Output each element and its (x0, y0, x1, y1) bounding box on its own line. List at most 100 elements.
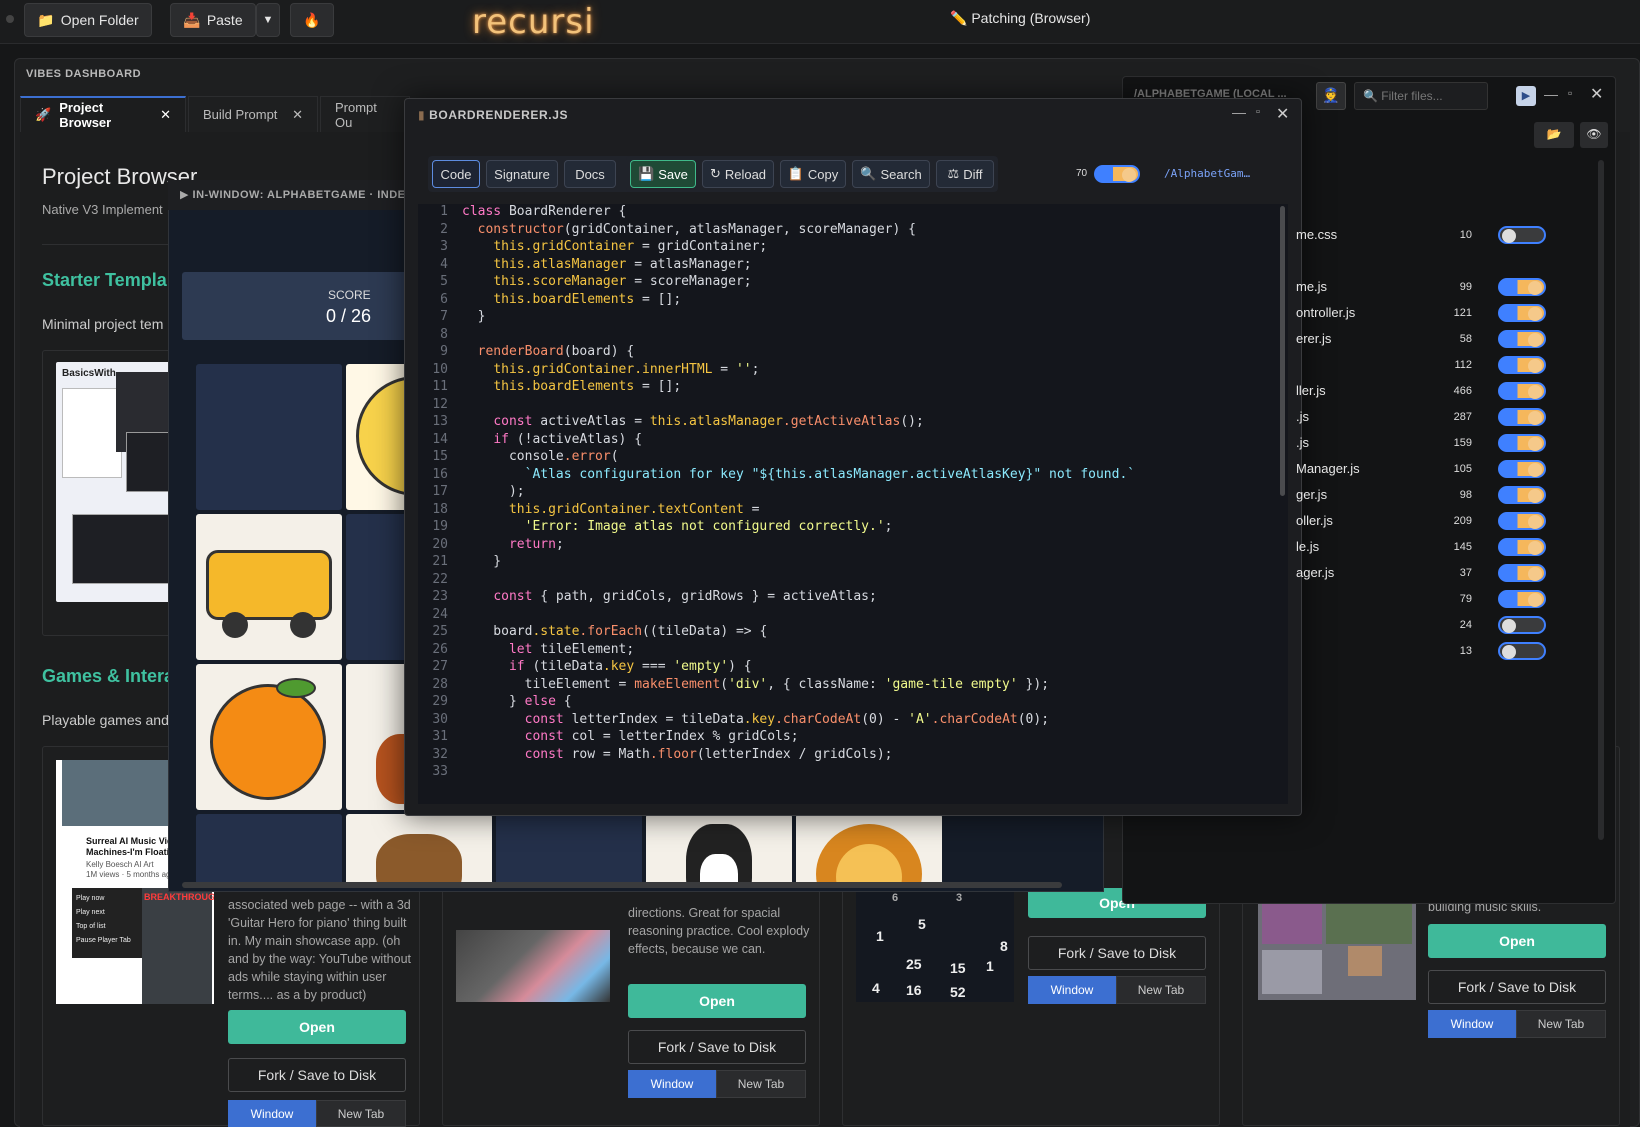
code-line[interactable]: 6 this.boardElements = []; (418, 292, 681, 310)
file-row[interactable]: .js 287 (1296, 408, 1546, 428)
code-line[interactable]: 33 (418, 764, 462, 782)
tab-prompt-output[interactable]: Prompt Ou (320, 96, 410, 132)
code-line[interactable]: 29 } else { (418, 694, 571, 712)
open-mode-toggle[interactable]: Window New Tab (228, 1100, 406, 1127)
file-include-toggle[interactable] (1498, 642, 1546, 660)
minimize-icon[interactable]: — (1232, 104, 1246, 120)
preview-button[interactable]: 👁 (1580, 122, 1608, 148)
tab-docs[interactable]: Docs (564, 160, 616, 188)
code-line[interactable]: 32 const row = Math.floor(letterIndex / … (418, 747, 892, 765)
code-line[interactable]: 4 this.atlasManager = atlasManager; (418, 257, 751, 275)
file-row[interactable]: 112 (1296, 356, 1546, 376)
play-button[interactable]: ▶ (1516, 86, 1536, 106)
file-include-toggle[interactable] (1498, 330, 1546, 348)
open-mode-toggle[interactable]: Window New Tab (1028, 976, 1206, 1004)
code-line[interactable]: 7 } (418, 309, 485, 327)
file-row[interactable]: .js 159 (1296, 434, 1546, 454)
new-tab-option[interactable]: New Tab (716, 1070, 806, 1098)
file-include-toggle[interactable] (1498, 434, 1546, 452)
code-scrollbar[interactable] (1280, 206, 1285, 496)
diff-button[interactable]: ⚖ Diff (936, 160, 994, 188)
file-include-toggle[interactable] (1498, 382, 1546, 400)
file-row[interactable]: 24 (1296, 616, 1546, 636)
code-line[interactable]: 28 tileElement = makeElement('div', { cl… (418, 677, 1049, 695)
file-row[interactable]: 79 (1296, 590, 1546, 610)
restore-icon[interactable]: ▫ (1256, 106, 1260, 118)
code-line[interactable]: 13 const activeAtlas = this.atlasManager… (418, 414, 923, 432)
open-mode-toggle[interactable]: Window New Tab (628, 1070, 806, 1098)
user-icon-button[interactable]: 👮 (1316, 82, 1346, 110)
open-mode-toggle[interactable]: Window New Tab (1428, 1010, 1606, 1038)
code-line[interactable]: 11 this.boardElements = []; (418, 379, 681, 397)
code-line[interactable]: 1 class BoardRenderer { (418, 204, 626, 222)
file-include-toggle[interactable] (1498, 512, 1546, 530)
code-line[interactable]: 8 (418, 327, 462, 345)
copy-button[interactable]: 📋 Copy (780, 160, 846, 188)
game-tile-bus[interactable] (196, 514, 342, 660)
game-tile-empty[interactable] (196, 814, 342, 888)
file-include-toggle[interactable] (1498, 356, 1546, 374)
code-line[interactable]: 10 this.gridContainer.innerHTML = ''; (418, 362, 759, 380)
file-include-toggle[interactable] (1498, 408, 1546, 426)
code-line[interactable]: 27 if (tileData.key === 'empty') { (418, 659, 751, 677)
paste-dropdown-button[interactable]: ▼ (256, 3, 280, 37)
file-include-toggle[interactable] (1498, 538, 1546, 556)
file-include-toggle[interactable] (1498, 278, 1546, 296)
open-button[interactable]: Open (1428, 924, 1606, 958)
new-tab-option[interactable]: New Tab (316, 1100, 406, 1127)
tab-code[interactable]: Code (432, 160, 480, 188)
close-icon[interactable]: ✕ (1590, 84, 1603, 104)
file-row[interactable]: oller.js 209 (1296, 512, 1546, 532)
code-line[interactable]: 26 let tileElement; (418, 642, 634, 660)
code-line[interactable]: 31 const col = letterIndex % gridCols; (418, 729, 798, 747)
code-line[interactable]: 23 const { path, gridCols, gridRows } = … (418, 589, 876, 607)
minimize-icon[interactable]: — (1544, 86, 1558, 102)
close-icon[interactable]: ✕ (1276, 104, 1289, 124)
code-line[interactable]: 25 board.state.forEach((tileData) => { (418, 624, 767, 642)
tab-project-browser[interactable]: 🚀 Project Browser ✕ (20, 96, 186, 132)
file-include-toggle[interactable] (1498, 486, 1546, 504)
file-row[interactable]: le.js 145 (1296, 538, 1546, 558)
game-tile-empty[interactable] (196, 364, 342, 510)
file-include-toggle[interactable] (1498, 304, 1546, 322)
save-files-button[interactable]: 📂 (1534, 122, 1574, 148)
fork-save-button[interactable]: Fork / Save to Disk (1428, 970, 1606, 1004)
code-line[interactable]: 3 this.gridContainer = gridContainer; (418, 239, 767, 257)
search-button[interactable]: 🔍 Search (852, 160, 930, 188)
code-line[interactable]: 20 return; (418, 537, 563, 555)
file-row[interactable]: me.js 99 (1296, 278, 1546, 298)
game-tile-empty[interactable] (496, 814, 642, 888)
paste-button[interactable]: 📥 Paste (170, 3, 256, 37)
file-include-toggle[interactable] (1498, 564, 1546, 582)
window-option[interactable]: Window (628, 1070, 716, 1098)
code-line[interactable]: 12 (418, 397, 462, 415)
code-area[interactable]: 1 class BoardRenderer {2 constructor(grid… (418, 204, 1288, 804)
close-icon[interactable]: ✕ (160, 107, 171, 123)
window-option[interactable]: Window (1028, 976, 1116, 1004)
fork-save-button[interactable]: Fork / Save to Disk (228, 1058, 406, 1092)
tab-build-prompt[interactable]: Build Prompt ✕ (188, 96, 318, 132)
code-line[interactable]: 16 `Atlas configuration for key "${this.… (418, 467, 1135, 485)
game-tile-penguin[interactable] (646, 814, 792, 888)
file-row[interactable]: ontroller.js 121 (1296, 304, 1546, 324)
code-line[interactable]: 15 console.error( (418, 449, 618, 467)
file-row[interactable]: ager.js 37 (1296, 564, 1546, 584)
game-scrollbar[interactable] (182, 882, 1062, 888)
restore-icon[interactable]: ▫ (1568, 86, 1572, 100)
code-line[interactable]: 22 (418, 572, 462, 590)
game-tile-lion[interactable] (796, 814, 942, 888)
window-option[interactable]: Window (1428, 1010, 1516, 1038)
game-tile-yak[interactable] (346, 814, 492, 888)
open-folder-button[interactable]: 📁 Open Folder (24, 3, 152, 37)
code-line[interactable]: 18 this.gridContainer.textContent = (418, 502, 759, 520)
game-tile-orange[interactable] (196, 664, 342, 810)
open-button[interactable]: Open (628, 984, 806, 1018)
code-line[interactable]: 30 const letterIndex = tileData.key.char… (418, 712, 1049, 730)
file-row[interactable]: ger.js 98 (1296, 486, 1546, 506)
window-option[interactable]: Window (228, 1100, 316, 1127)
file-row[interactable]: 13 (1296, 642, 1546, 662)
fork-save-button[interactable]: Fork / Save to Disk (1028, 936, 1206, 970)
file-row[interactable]: ller.js 466 (1296, 382, 1546, 402)
flame-button[interactable]: 🔥 (290, 3, 334, 37)
code-line[interactable]: 17 ); (418, 484, 524, 502)
